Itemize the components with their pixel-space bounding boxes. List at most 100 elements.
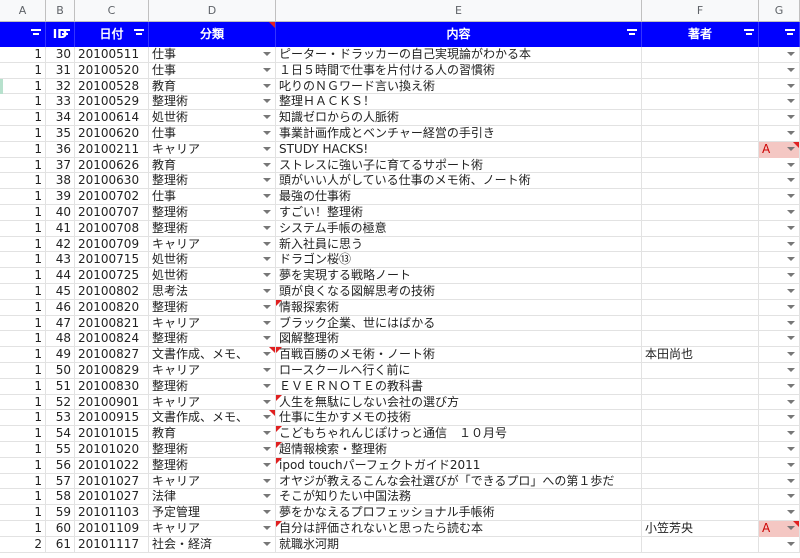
dropdown-arrow-icon[interactable] [787, 52, 795, 56]
cell-id[interactable]: 38 [46, 173, 75, 190]
cell-a[interactable]: 1 [0, 363, 46, 379]
dropdown-arrow-icon[interactable] [787, 399, 795, 404]
cell-date[interactable]: 20100511 [75, 47, 149, 63]
cell-g[interactable] [759, 220, 800, 237]
cell-author[interactable] [642, 189, 759, 205]
cell-category[interactable]: 処世術 [149, 110, 276, 126]
table-row[interactable]: 1 60 20101109 キャリア 自分は評価されないと思ったら読む本 小笠芳央 A [0, 521, 800, 537]
dropdown-arrow-icon[interactable] [787, 510, 795, 515]
cell-author[interactable] [642, 94, 759, 111]
cell-author[interactable] [642, 315, 759, 332]
cell-author[interactable] [642, 62, 759, 79]
cell-date[interactable]: 20100614 [75, 110, 149, 126]
header-cell-content[interactable]: 内容 [276, 22, 642, 47]
cell-id[interactable]: 45 [46, 284, 75, 300]
cell-date[interactable]: 20100901 [75, 394, 149, 411]
dropdown-arrow-icon[interactable] [787, 131, 795, 135]
dropdown-arrow-icon[interactable] [787, 115, 795, 120]
cell-category[interactable]: キャリア [149, 363, 276, 379]
dropdown-arrow-icon[interactable] [263, 320, 271, 325]
cell-content[interactable]: 夢を実現する戦略ノート [276, 268, 642, 284]
column-header-f[interactable]: F [642, 0, 759, 22]
dropdown-arrow-icon[interactable] [787, 462, 795, 467]
cell-id[interactable]: 57 [46, 473, 75, 490]
cell-a[interactable]: 1 [0, 189, 46, 205]
cell-author[interactable] [642, 426, 759, 442]
cell-author[interactable] [642, 363, 759, 379]
cell-date[interactable]: 20100709 [75, 236, 149, 253]
header-cell-category[interactable]: 分類 [149, 22, 276, 47]
cell-category[interactable]: 仕事 [149, 126, 276, 142]
comment-marker[interactable] [276, 299, 282, 306]
cell-a[interactable]: 1 [0, 394, 46, 411]
cell-author[interactable] [642, 173, 759, 190]
cell-category[interactable]: 社会・経済 [149, 536, 276, 553]
cell-a[interactable]: 1 [0, 410, 46, 427]
comment-marker[interactable] [269, 347, 275, 354]
filter-icon[interactable] [744, 29, 754, 39]
dropdown-arrow-icon[interactable] [263, 526, 271, 530]
table-row[interactable]: 1 41 20100708 整理術 システム手帳の極意 [0, 220, 800, 237]
table-row[interactable]: 1 39 20100702 仕事 最強の仕事術 [0, 189, 800, 205]
cell-id[interactable]: 52 [46, 394, 75, 411]
cell-content[interactable]: 頭が良くなる図解思考の技術 [276, 284, 642, 300]
cell-id[interactable]: 40 [46, 205, 75, 221]
dropdown-arrow-icon[interactable] [263, 225, 271, 230]
cell-a[interactable]: 1 [0, 521, 46, 537]
cell-a[interactable]: 1 [0, 173, 46, 190]
cell-a[interactable]: 1 [0, 378, 46, 395]
cell-content[interactable]: 叱りのＮＧワード言い換え術 [276, 78, 642, 95]
cell-g[interactable] [759, 473, 800, 490]
cell-author[interactable] [642, 489, 759, 506]
cell-date[interactable]: 20100802 [75, 284, 149, 300]
comment-marker[interactable] [276, 394, 282, 401]
cell-g[interactable] [759, 315, 800, 332]
cell-date[interactable]: 20100211 [75, 141, 149, 158]
comment-marker[interactable] [276, 521, 282, 527]
filter-icon[interactable] [60, 29, 70, 39]
cell-content[interactable]: ブラック企業、世にはばかる [276, 315, 642, 332]
cell-date[interactable]: 20100626 [75, 157, 149, 174]
dropdown-arrow-icon[interactable] [263, 52, 271, 56]
cell-category[interactable]: キャリア [149, 141, 276, 158]
table-row[interactable]: 1 35 20100620 仕事 事業計画作成とベンチャー経営の手引き [0, 126, 800, 142]
table-row[interactable]: 1 34 20100614 処世術 知識ゼロからの人脈術 [0, 110, 800, 126]
cell-a[interactable]: 1 [0, 236, 46, 253]
cell-content[interactable]: 就職氷河期 [276, 536, 642, 553]
dropdown-arrow-icon[interactable] [263, 146, 271, 151]
dropdown-arrow-icon[interactable] [787, 478, 795, 483]
dropdown-arrow-icon[interactable] [787, 289, 795, 293]
cell-category[interactable]: キャリア [149, 394, 276, 411]
header-cell-a[interactable] [0, 22, 46, 47]
cell-a[interactable]: 1 [0, 268, 46, 284]
cell-g[interactable] [759, 378, 800, 395]
dropdown-arrow-icon[interactable] [787, 541, 795, 546]
cell-g[interactable]: A [759, 141, 800, 158]
dropdown-arrow-icon[interactable] [787, 415, 795, 420]
cell-content[interactable]: こどもちゃれんじぽけっと通信 １０月号 [276, 426, 642, 442]
cell-g[interactable] [759, 173, 800, 190]
cell-author[interactable] [642, 126, 759, 142]
cell-category[interactable]: 予定管理 [149, 505, 276, 521]
dropdown-arrow-icon[interactable] [787, 273, 795, 278]
cell-content[interactable]: 最強の仕事術 [276, 189, 642, 205]
cell-a[interactable]: 1 [0, 442, 46, 458]
dropdown-arrow-icon[interactable] [263, 178, 271, 183]
table-row[interactable]: 1 58 20101027 法律 そこが知りたい中国法務 [0, 489, 800, 506]
cell-content[interactable]: 夢をかなえるプロフェッショナル手帳術 [276, 505, 642, 521]
comment-marker[interactable] [276, 442, 282, 448]
cell-g[interactable] [759, 347, 800, 363]
cell-id[interactable]: 49 [46, 347, 75, 363]
dropdown-arrow-icon[interactable] [263, 99, 271, 104]
cell-id[interactable]: 47 [46, 315, 75, 332]
column-header-a[interactable]: A [0, 0, 46, 22]
cell-category[interactable]: 法律 [149, 489, 276, 506]
cell-category[interactable]: キャリア [149, 236, 276, 253]
table-row[interactable]: 1 47 20100821 キャリア ブラック企業、世にはばかる [0, 315, 800, 332]
table-row[interactable]: 1 50 20100829 キャリア ロースクールへ行く前に [0, 363, 800, 379]
table-row[interactable]: 1 53 20100915 文書作成、メモ、 仕事に生かすメモの技術 [0, 410, 800, 427]
table-row[interactable]: 1 59 20101103 予定管理 夢をかなえるプロフェッショナル手帳術 [0, 505, 800, 521]
comment-marker[interactable] [276, 457, 282, 464]
dropdown-arrow-icon[interactable] [263, 304, 271, 309]
dropdown-arrow-icon[interactable] [787, 178, 795, 183]
